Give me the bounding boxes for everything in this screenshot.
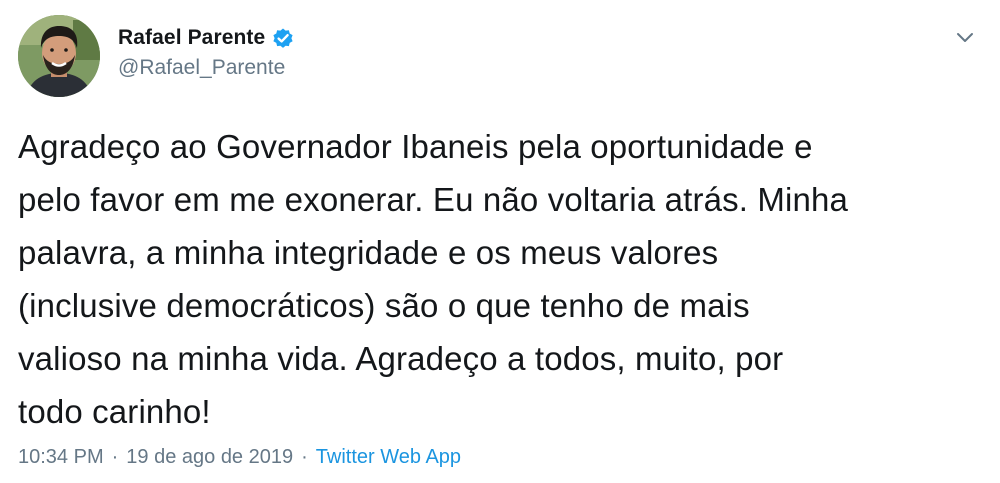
tweet-card: Rafael Parente @Rafael_Parente Agradeço … [0, 0, 1000, 483]
avatar[interactable] [18, 15, 100, 97]
avatar-image [18, 15, 100, 97]
tweet-meta: 10:34 PM · 19 de ago de 2019 · Twitter W… [18, 446, 461, 469]
tweet-time[interactable]: 10:34 PM [18, 446, 104, 469]
meta-separator: · [111, 446, 119, 468]
meta-separator: · [301, 446, 308, 468]
user-info: Rafael Parente @Rafael_Parente [118, 24, 295, 80]
verified-badge-icon [271, 26, 295, 50]
chevron-down-icon[interactable] [954, 26, 976, 48]
user-handle[interactable]: @Rafael_Parente [118, 56, 295, 80]
name-row: Rafael Parente [118, 24, 295, 52]
tweet-date[interactable]: 19 de ago de 2019 [126, 446, 293, 469]
tweet-text: Agradeço ao Governador Ibaneis pela opor… [18, 128, 849, 430]
display-name[interactable]: Rafael Parente [118, 26, 265, 50]
tweet-source-link[interactable]: Twitter Web App [316, 446, 461, 469]
